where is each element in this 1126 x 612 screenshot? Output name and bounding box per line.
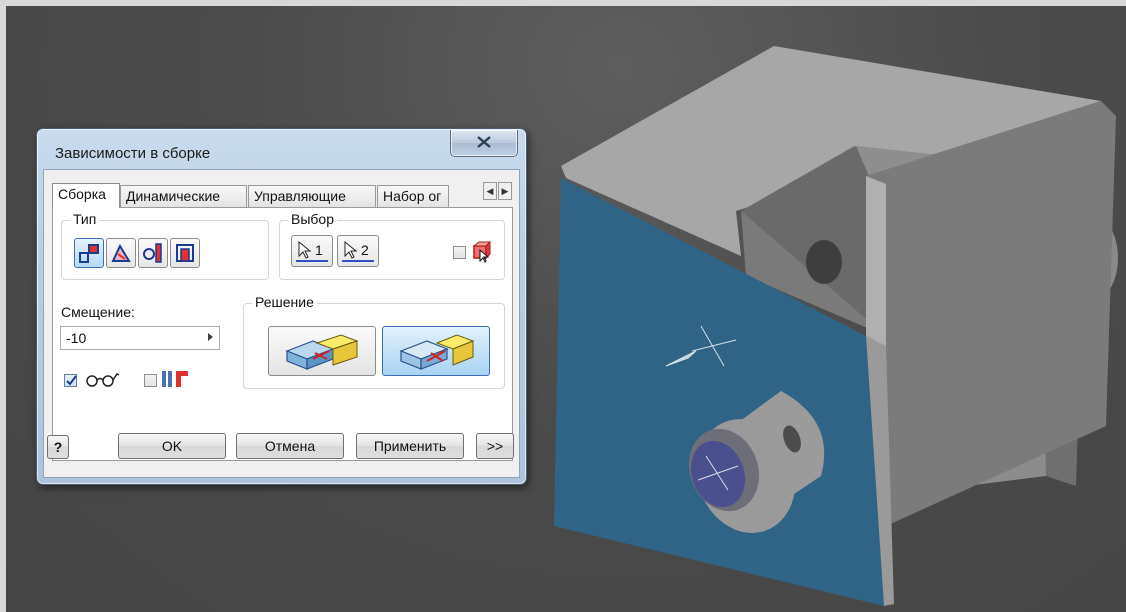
dialog-client: Сборка Динамические Управляющие Набор ог… <box>43 169 520 478</box>
flush-solution-button[interactable] <box>382 326 490 376</box>
type-group-label: Тип <box>70 211 100 227</box>
cancel-button[interactable]: Отмена <box>236 433 344 459</box>
limits-checkbox[interactable] <box>144 374 157 387</box>
selection-group-label: Выбор <box>288 211 337 227</box>
offset-dropdown-icon[interactable] <box>208 333 213 341</box>
tab-panel: Тип Выбор 1 2 Смещение: -10 Решение <box>52 207 513 461</box>
mate-icon <box>79 244 99 263</box>
limits-icon <box>162 371 188 387</box>
insert-type-button[interactable] <box>170 238 200 268</box>
offset-label: Смещение: <box>61 304 135 320</box>
pick-part-icon <box>472 241 492 263</box>
preview-checkbox[interactable] <box>64 374 77 387</box>
tab-assembly[interactable]: Сборка <box>52 183 120 208</box>
close-icon <box>477 136 491 148</box>
tab-scroll-right[interactable]: ▶ <box>498 182 512 200</box>
offset-value: -10 <box>66 330 87 346</box>
tangent-type-button[interactable] <box>138 238 168 268</box>
tab-motion[interactable]: Динамические <box>120 185 247 207</box>
tab-scroll: ◀ ▶ <box>483 182 513 200</box>
selection-2-button[interactable]: 2 <box>337 235 379 267</box>
flush-solution-icon <box>399 334 475 370</box>
mate-solution-icon <box>285 334 359 370</box>
close-button[interactable] <box>450 130 518 157</box>
help-button[interactable]: ? <box>47 435 69 459</box>
type-group: Тип <box>61 211 269 280</box>
cursor-2-icon <box>344 241 358 259</box>
help-icon: ? <box>53 439 63 455</box>
selection-2-indicator <box>342 260 374 262</box>
apply-button[interactable]: Применить <box>356 433 464 459</box>
selection-1-button[interactable]: 1 <box>291 235 333 267</box>
selection-1-indicator <box>296 260 328 262</box>
offset-input[interactable]: -10 <box>60 326 220 350</box>
more-button[interactable]: >> <box>476 433 514 459</box>
angle-type-button[interactable] <box>106 238 136 268</box>
mate-solution-button[interactable] <box>268 326 376 376</box>
tangent-icon <box>143 243 162 263</box>
glasses-icon <box>86 373 120 387</box>
solution-group: Решение <box>243 294 505 389</box>
mate-type-button[interactable] <box>74 238 104 268</box>
selection-2-label: 2 <box>361 242 369 258</box>
tab-constraint-set[interactable]: Набор ог <box>377 185 449 207</box>
tab-scroll-left[interactable]: ◀ <box>483 182 497 200</box>
dialog-titlebar[interactable]: Зависимости в сборке <box>37 129 526 169</box>
cursor-1-icon <box>298 241 312 259</box>
selection-group: Выбор 1 2 <box>279 211 505 280</box>
solution-group-label: Решение <box>252 294 317 310</box>
dialog-title: Зависимости в сборке <box>55 145 211 162</box>
insert-icon <box>176 244 194 262</box>
angle-icon <box>111 243 131 262</box>
ok-button[interactable]: OK <box>118 433 226 459</box>
check-icon <box>66 375 77 386</box>
tab-transitional[interactable]: Управляющие <box>248 185 376 207</box>
assembly-constraints-dialog: Зависимости в сборке Сборка Динамические… <box>36 128 527 485</box>
pick-part-first-checkbox[interactable] <box>453 246 466 259</box>
selection-1-label: 1 <box>315 242 323 258</box>
